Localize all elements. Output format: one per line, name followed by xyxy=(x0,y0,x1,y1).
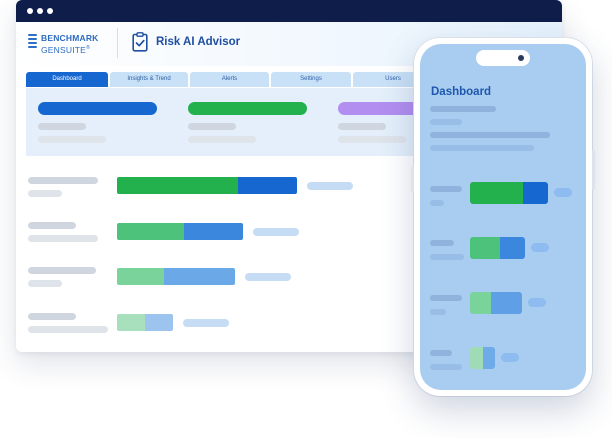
phone-row-label-placeholder xyxy=(430,240,454,246)
bar-segment-secondary xyxy=(183,223,243,240)
phone-side-button xyxy=(411,166,414,192)
tab-settings[interactable]: Settings xyxy=(271,72,351,87)
phone-side-button xyxy=(592,150,595,190)
summary-card-placeholder xyxy=(38,136,106,143)
summary-card-placeholder xyxy=(188,123,236,130)
bar-segment-primary xyxy=(117,223,184,240)
row-sublabel-placeholder xyxy=(28,190,62,197)
phone-page-title: Dashboard xyxy=(431,86,492,98)
window-titlebar xyxy=(16,0,562,22)
logo-line-2: GENSUITE® xyxy=(41,44,90,55)
bar-segment-secondary xyxy=(490,292,522,314)
bar-segment-secondary xyxy=(237,177,297,194)
logo-mark-icon xyxy=(28,34,37,52)
camera-icon xyxy=(518,55,524,61)
row-stacked-bar xyxy=(117,177,297,194)
phone-notch xyxy=(476,50,530,66)
row-value-placeholder xyxy=(183,319,229,327)
phone-row-label-placeholder xyxy=(430,350,452,356)
row-sublabel-placeholder xyxy=(28,326,108,333)
bar-segment-primary xyxy=(470,237,501,259)
row-label-placeholder xyxy=(28,222,76,229)
bar-segment-primary xyxy=(470,292,491,314)
clipboard-check-icon xyxy=(132,32,148,52)
logo-text: BENCHMARK GENSUITE® xyxy=(41,33,99,55)
bar-segment-secondary xyxy=(482,347,495,369)
phone-stacked-bar xyxy=(470,292,522,314)
bar-segment-primary xyxy=(470,347,483,369)
bar-segment-secondary xyxy=(164,268,235,285)
phone-text-placeholder xyxy=(430,145,534,151)
summary-card-placeholder xyxy=(338,136,406,143)
bar-segment-secondary xyxy=(145,314,173,331)
phone-row-value-placeholder xyxy=(531,243,549,252)
summary-card-accent xyxy=(188,102,307,115)
phone-text-placeholder xyxy=(430,119,462,125)
phone-row-value-placeholder xyxy=(528,298,546,307)
bar-segment-primary xyxy=(117,314,145,331)
tab-alerts[interactable]: Alerts xyxy=(190,72,269,87)
phone-row-label-placeholder xyxy=(430,295,462,301)
row-label-placeholder xyxy=(28,267,96,274)
window-control-dot[interactable] xyxy=(37,8,43,14)
summary-card-placeholder xyxy=(38,123,86,130)
summary-card-accent xyxy=(38,102,157,115)
tab-insights-trend[interactable]: Insights & Trend xyxy=(110,72,188,87)
phone-stacked-bar xyxy=(470,182,548,204)
window-control-dot[interactable] xyxy=(47,8,53,14)
bar-segment-primary xyxy=(117,268,165,285)
phone-text-placeholder xyxy=(430,106,496,112)
bar-segment-primary xyxy=(470,182,524,204)
row-stacked-bar xyxy=(117,223,243,240)
phone-row-label-placeholder xyxy=(430,186,462,192)
row-label-placeholder xyxy=(28,177,98,184)
summary-card-placeholder xyxy=(338,123,386,130)
phone-text-placeholder xyxy=(430,132,550,138)
logo-line-1: BENCHMARK xyxy=(41,33,99,43)
summary-card-placeholder xyxy=(188,136,256,143)
app-title: Risk AI Advisor xyxy=(156,36,241,48)
window-control-dot[interactable] xyxy=(27,8,33,14)
tab-dashboard[interactable]: Dashboard xyxy=(26,72,108,87)
bar-segment-primary xyxy=(117,177,238,194)
phone-stacked-bar xyxy=(470,347,495,369)
phone-row-value-placeholder xyxy=(501,353,519,362)
phone-screen: Dashboard xyxy=(420,44,586,390)
phone-row-sublabel-placeholder xyxy=(430,200,444,206)
phone-stacked-bar xyxy=(470,237,525,259)
row-stacked-bar xyxy=(117,314,173,331)
phone-row-sublabel-placeholder xyxy=(430,364,462,370)
header-divider xyxy=(117,28,118,58)
row-value-placeholder xyxy=(307,182,353,190)
phone-row-sublabel-placeholder xyxy=(430,309,446,315)
row-sublabel-placeholder xyxy=(28,235,98,242)
row-label-placeholder xyxy=(28,313,76,320)
bar-segment-secondary xyxy=(523,182,548,204)
benchmark-gensuite-logo: BENCHMARK GENSUITE® xyxy=(28,32,108,56)
row-sublabel-placeholder xyxy=(28,280,62,287)
bar-segment-secondary xyxy=(500,237,525,259)
phone-row-sublabel-placeholder xyxy=(430,254,464,260)
mobile-phone: Dashboard xyxy=(411,38,595,396)
phone-row-value-placeholder xyxy=(554,188,572,197)
row-value-placeholder xyxy=(253,228,299,236)
row-value-placeholder xyxy=(245,273,291,281)
row-stacked-bar xyxy=(117,268,235,285)
